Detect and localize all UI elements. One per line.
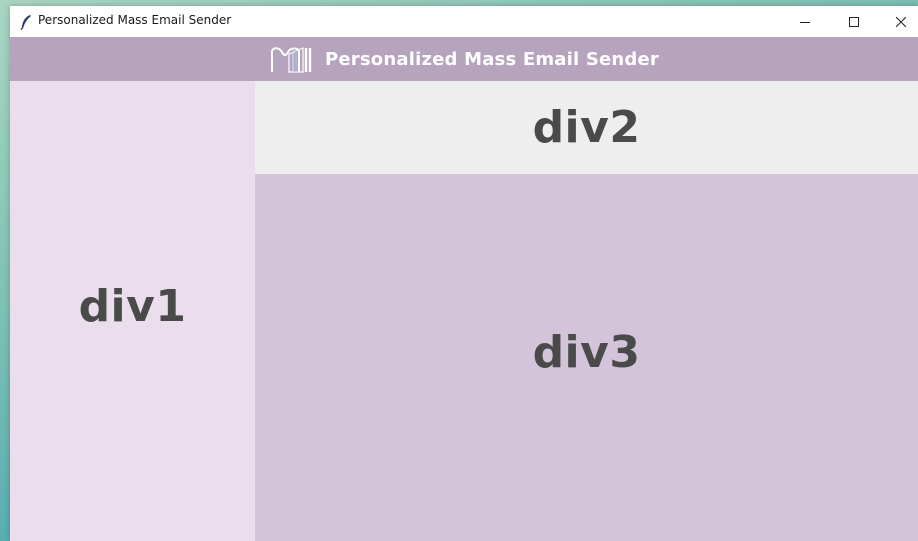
panel-div2: div2 (255, 81, 918, 174)
close-button[interactable] (878, 6, 918, 37)
feather-icon (19, 14, 33, 31)
panel-div2-label: div2 (532, 102, 641, 153)
window-title: Personalized Mass Email Sender (38, 13, 232, 27)
maximize-icon (849, 16, 859, 27)
maximize-button[interactable] (831, 6, 877, 37)
panel-div3-label: div3 (532, 327, 641, 378)
app-window: Personalized Mass Email Sender Personali… (10, 6, 918, 541)
close-icon (896, 16, 906, 27)
panel-div1: div1 (10, 81, 255, 541)
panel-div1-label: div1 (78, 280, 187, 332)
window-titlebar[interactable]: Personalized Mass Email Sender (10, 6, 918, 37)
minimize-button[interactable] (782, 6, 828, 37)
app-header: Personalized Mass Email Sender (10, 37, 918, 81)
header-brand: Personalized Mass Email Sender (269, 44, 659, 74)
pm-logo-icon (269, 44, 315, 74)
minimize-icon (800, 17, 810, 27)
panel-div3: div3 (255, 174, 918, 541)
header-title: Personalized Mass Email Sender (324, 48, 659, 70)
